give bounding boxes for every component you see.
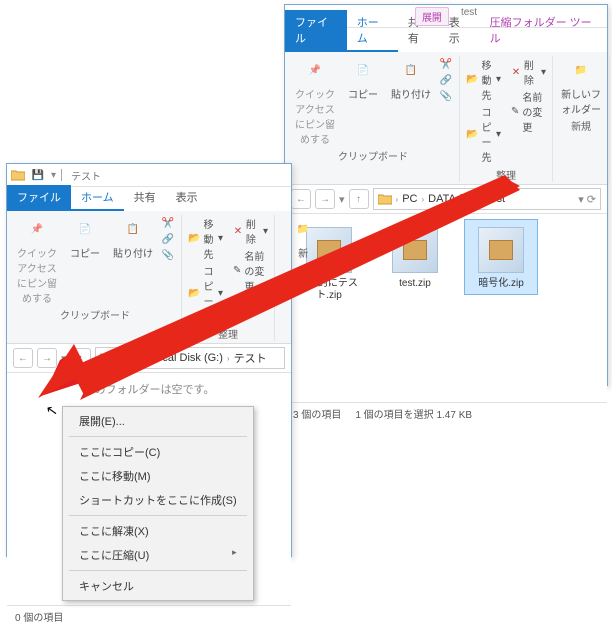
nav-forward-button[interactable]: → — [37, 348, 57, 368]
address-bar[interactable]: › PC› Local Disk (G:)› テスト — [95, 347, 285, 369]
status-bar: 3 個の項目 1 個の項目を選択 1.47 KB — [285, 402, 607, 423]
nav-back-button[interactable]: ← — [291, 189, 311, 209]
tab-home[interactable]: ホーム — [71, 185, 124, 211]
menu-copy-here[interactable]: ここにコピー(C) — [63, 440, 253, 464]
breadcrumb[interactable]: テスト — [234, 350, 267, 366]
folder-icon — [100, 352, 114, 364]
menu-shortcut-here[interactable]: ショートカットをここに作成(S) — [63, 488, 253, 512]
breadcrumb[interactable]: PC — [402, 193, 417, 205]
copy-button[interactable]: 📄コピー — [63, 215, 107, 260]
nav-forward-button[interactable]: → — [315, 189, 335, 209]
zip-icon — [473, 224, 529, 276]
menu-move-here[interactable]: ここに移動(M) — [63, 464, 253, 488]
tab-file[interactable]: ファイル — [7, 185, 71, 211]
tab-share[interactable]: 共有 — [124, 185, 166, 211]
status-bar: 0 個の項目 — [7, 605, 291, 626]
ribbon: 📌クイック アクセスにピン留めする 📄コピー 📋貼り付け ✂️ 🔗 📎 クリップ… — [7, 211, 291, 344]
breadcrumb[interactable]: DATA (D:) — [428, 193, 476, 205]
tab-view[interactable]: 表示 — [166, 185, 208, 211]
address-bar-row: ← → ▾ ↑ › PC› DATA (D:)› test ▾ ⟳ — [285, 185, 607, 214]
nav-up-button[interactable]: ↑ — [349, 189, 369, 209]
menu-extract[interactable]: 展開(E)... — [63, 409, 253, 433]
menu-zip-here[interactable]: ここに圧縮(U) — [63, 543, 253, 567]
ribbon-tabs: ファイル ホーム 共有 表示 — [7, 187, 291, 211]
copy-button[interactable]: 📄コピー — [341, 56, 385, 101]
breadcrumb[interactable]: PC — [124, 352, 139, 364]
breadcrumb[interactable]: Local Disk (G:) — [150, 352, 223, 364]
address-bar[interactable]: › PC› DATA (D:)› test ▾ ⟳ — [373, 188, 601, 210]
folder-icon — [11, 168, 25, 182]
tab-zip-tools[interactable]: 圧縮フォルダー ツール — [480, 10, 607, 52]
save-icon[interactable]: 💾 — [31, 168, 45, 182]
copy-to-button[interactable]: 📂コピー先 ▾ — [466, 104, 501, 164]
breadcrumb[interactable]: test — [487, 193, 505, 205]
tab-view[interactable]: 表示 — [439, 10, 480, 52]
pin-quick-access-button[interactable]: 📌クイック アクセスにピン留めする — [293, 56, 337, 146]
move-to-button[interactable]: 📂移動先 ▾ — [188, 216, 223, 261]
refresh-icon[interactable]: ▾ ⟳ — [578, 193, 596, 206]
copy-to-button[interactable]: 📂コピー先 ▾ — [188, 263, 223, 323]
rename-button[interactable]: ✎名前の変更 — [511, 89, 546, 134]
window-title: テスト — [71, 168, 101, 183]
paste-button[interactable]: 📋貼り付け — [111, 215, 155, 260]
drop-context-menu: 展開(E)... ここにコピー(C) ここに移動(M) ショートカットをここに作… — [62, 406, 254, 601]
file-item-selected[interactable]: 暗号化.zip — [465, 220, 537, 294]
paste-shortcut-icon[interactable]: 📎 — [161, 248, 175, 262]
delete-button[interactable]: ✕削除 ▾ — [511, 57, 546, 87]
folder-icon — [378, 193, 392, 205]
tab-file[interactable]: ファイル — [285, 10, 347, 52]
copy-path-icon[interactable]: 🔗 — [161, 232, 175, 246]
delete-button[interactable]: ✕削除 ▾ — [233, 216, 268, 246]
nav-history-button[interactable]: ▾ — [339, 193, 345, 206]
file-pane[interactable]: k 本的にテスト.zip test.zip 暗号化.zip — [285, 214, 607, 402]
explorer-window-test: 💾 ▾ │ 展開 test ファイル ホーム 共有 表示 圧縮フォルダー ツール… — [284, 4, 608, 386]
paste-button[interactable]: 📋貼り付け — [389, 56, 433, 101]
cut-icon[interactable]: ✂️ — [161, 216, 175, 230]
nav-up-button[interactable]: ↑ — [71, 348, 91, 368]
zip-icon — [387, 224, 443, 276]
move-to-button[interactable]: 📂移動先 ▾ — [466, 57, 501, 102]
menu-cancel[interactable]: キャンセル — [63, 574, 253, 598]
new-button[interactable]: 📁新 — [281, 215, 325, 260]
tab-share[interactable]: 共有 — [398, 10, 439, 52]
address-bar-row: ← → ▾ ↑ › PC› Local Disk (G:)› テスト — [7, 344, 291, 373]
empty-folder-text: このフォルダーは空です。 — [7, 373, 291, 397]
titlebar: 💾 ▾ │ テスト — [7, 164, 291, 187]
copy-path-icon[interactable]: 🔗 — [439, 73, 453, 87]
pin-quick-access-button[interactable]: 📌クイック アクセスにピン留めする — [15, 215, 59, 305]
file-item[interactable]: test.zip — [379, 220, 451, 294]
ribbon: 📌クイック アクセスにピン留めする 📄コピー 📋貼り付け ✂️ 🔗 📎 クリップ… — [285, 52, 607, 185]
paste-shortcut-icon[interactable]: 📎 — [439, 89, 453, 103]
cut-icon[interactable]: ✂️ — [439, 57, 453, 71]
tab-home[interactable]: ホーム — [347, 10, 398, 52]
menu-unzip-here[interactable]: ここに解凍(X) — [63, 519, 253, 543]
new-folder-button[interactable]: 📁新しいフォルダー — [559, 56, 603, 116]
nav-history-button[interactable]: ▾ — [61, 352, 67, 365]
nav-back-button[interactable]: ← — [13, 348, 33, 368]
rename-button[interactable]: ✎名前の変更 — [233, 248, 268, 293]
ribbon-tabs: ファイル ホーム 共有 表示 圧縮フォルダー ツール — [285, 28, 607, 52]
